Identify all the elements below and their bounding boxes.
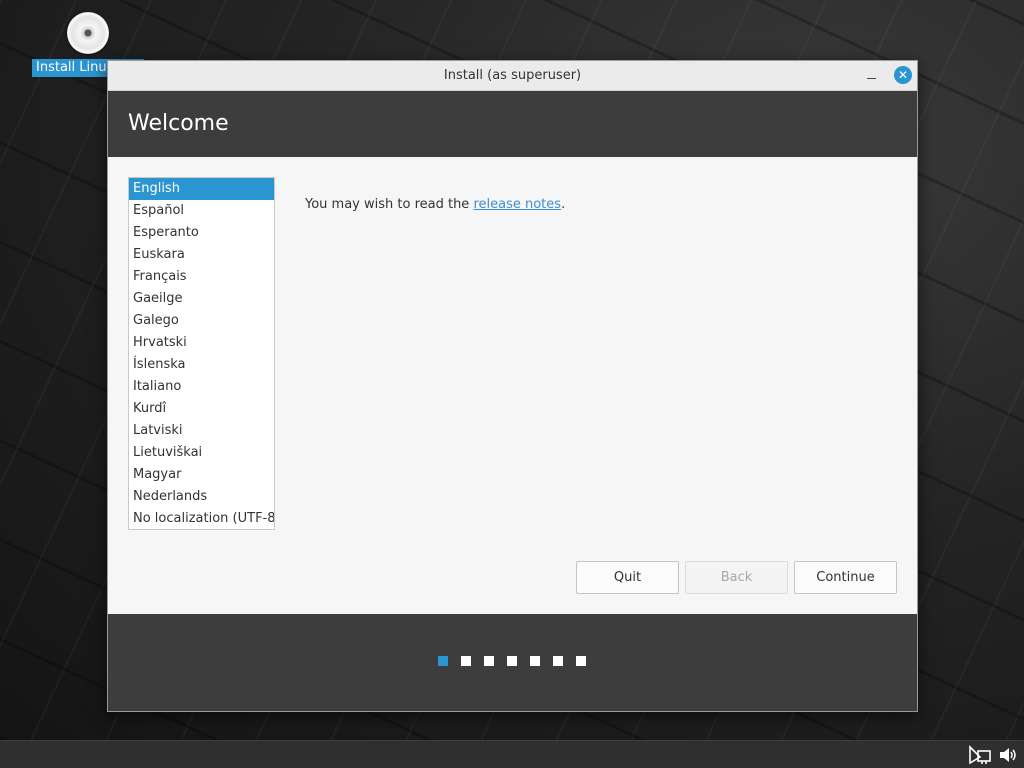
progress-dot [553,656,563,666]
continue-button[interactable]: Continue [794,561,897,594]
language-item[interactable]: Esperanto [129,222,274,244]
language-item[interactable]: Kurdî [129,398,274,420]
language-item[interactable]: Italiano [129,376,274,398]
close-button[interactable]: ✕ [894,66,912,84]
language-item[interactable]: Latviski [129,420,274,442]
page-title: Welcome [128,111,229,136]
progress-dot [484,656,494,666]
progress-dot [530,656,540,666]
language-item[interactable]: Galego [129,310,274,332]
language-item[interactable]: Français [129,266,274,288]
quit-button[interactable]: Quit [576,561,679,594]
title-bar[interactable]: Install (as superuser) ✕ [108,61,917,91]
close-icon: ✕ [897,68,909,82]
volume-icon[interactable] [998,745,1018,765]
progress-dot [507,656,517,666]
back-button[interactable]: Back [685,561,788,594]
language-item[interactable]: No localization (UTF-8) [129,508,274,529]
language-item[interactable]: Gaeilge [129,288,274,310]
progress-dot [438,656,448,666]
window-title: Install (as superuser) [443,68,582,83]
release-notes-prefix: You may wish to read the [305,197,474,212]
page-header: Welcome [108,91,917,157]
release-notes-link[interactable]: release notes [473,197,561,212]
minimize-button[interactable] [864,67,880,83]
language-item[interactable]: Íslenska [129,354,274,376]
progress-dot [461,656,471,666]
language-list[interactable]: English Español Esperanto Euskara Français Ga… [128,177,275,530]
language-item[interactable]: Magyar [129,464,274,486]
release-notes-text: You may wish to read the release notes. [305,197,565,212]
release-notes-suffix: . [561,197,566,212]
disc-icon [67,12,109,54]
language-item[interactable]: Euskara [129,244,274,266]
progress-footer [108,614,917,711]
main-content: English Español Esperanto Euskara Français Ga… [108,157,917,615]
installer-window: Install (as superuser) ✕ Welcome English… [107,60,918,712]
language-item[interactable]: Nederlands [129,486,274,508]
taskbar [0,740,1024,768]
language-item[interactable]: Lietuviškai [129,442,274,464]
progress-dots [438,656,599,666]
network-icon[interactable] [968,745,992,765]
language-item[interactable]: English [129,178,274,200]
progress-dot [576,656,586,666]
language-item[interactable]: Hrvatski [129,332,274,354]
language-item[interactable]: Español [129,200,274,222]
